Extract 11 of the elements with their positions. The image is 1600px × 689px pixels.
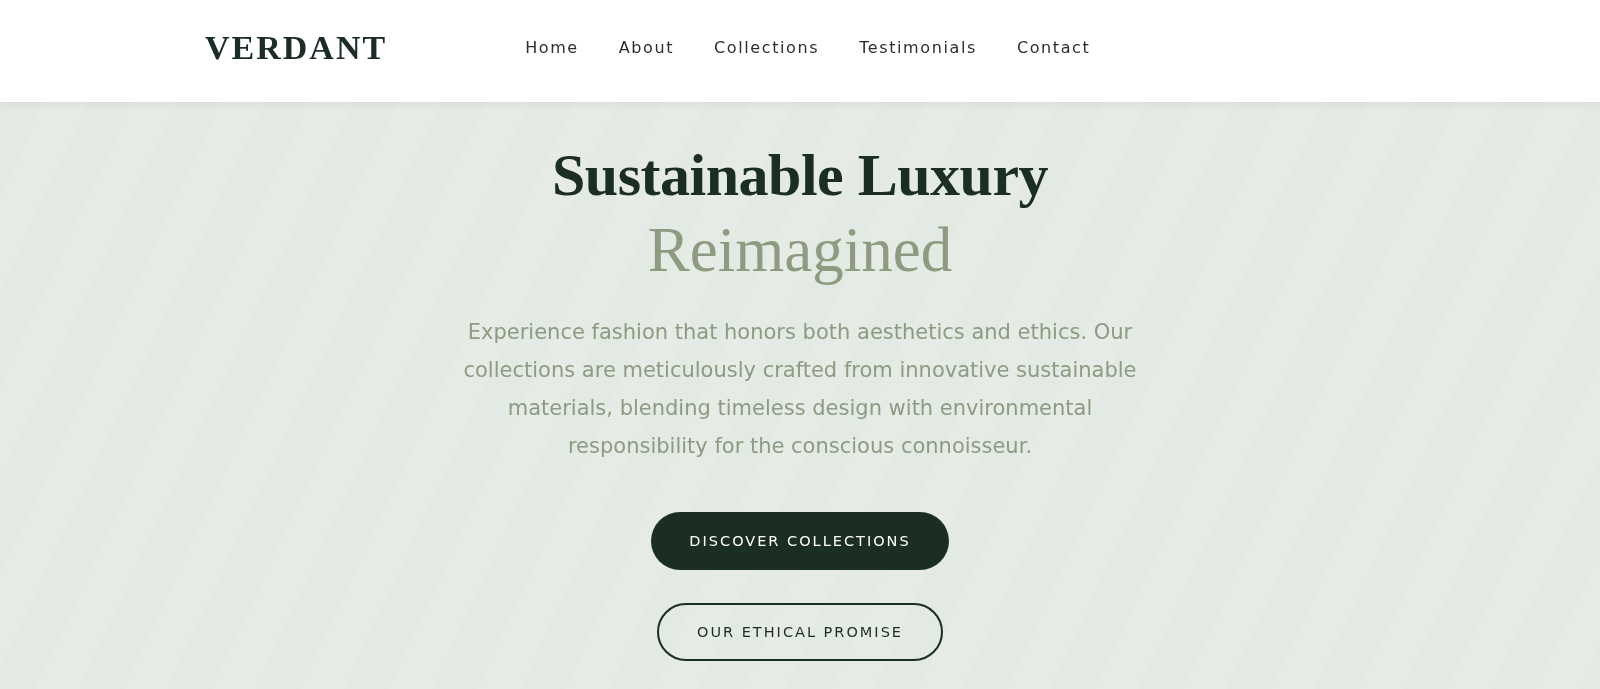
logo-link[interactable]: VERDANT: [205, 29, 388, 73]
discover-collections-button[interactable]: DISCOVER COLLECTIONS: [651, 512, 949, 570]
hero-title: Sustainable Luxury: [551, 141, 1049, 210]
nav-link[interactable]: Testimonials: [859, 37, 977, 57]
nav-link[interactable]: About: [618, 37, 675, 57]
ethical-promise-button[interactable]: OUR ETHICAL PROMISE: [657, 603, 943, 661]
hero-title-accent: Reimagined: [647, 214, 953, 287]
nav-link[interactable]: Home: [525, 37, 579, 57]
nav-link[interactable]: Contact: [1016, 37, 1091, 57]
hero-description: Experience fashion that honors both aesthetics and ethics. Our collections are meticulously crafted from innovative sustainable materials, blending timeless design with environmental responsibility for the conscious connoisseur.: [462, 319, 1138, 460]
nav-link[interactable]: Collections: [714, 37, 820, 57]
